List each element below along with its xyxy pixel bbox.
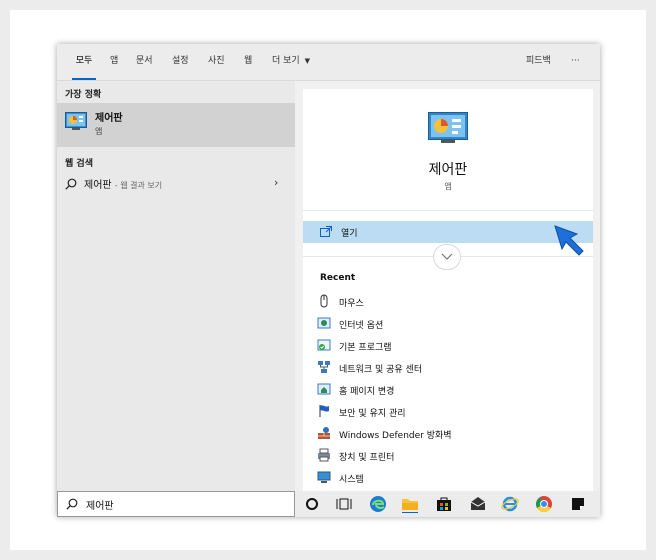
web-search-item[interactable]: 제어판 - 웹 결과 보기 › bbox=[57, 173, 295, 195]
tab-web[interactable]: 웹 bbox=[244, 44, 252, 80]
recent-item[interactable]: 기본 프로그램 bbox=[317, 337, 587, 357]
recent-item-label: 보안 및 유지 관리 bbox=[339, 409, 406, 419]
edge-icon[interactable] bbox=[369, 495, 387, 513]
firewall-icon bbox=[318, 427, 330, 439]
default-programs-icon bbox=[317, 339, 331, 351]
search-icon bbox=[65, 178, 77, 190]
network-center-icon bbox=[318, 361, 330, 373]
control-panel-large-icon bbox=[428, 112, 468, 143]
search-input[interactable]: 제어판 bbox=[57, 491, 295, 517]
open-action[interactable]: 열기 bbox=[303, 221, 593, 243]
chevron-right-icon: › bbox=[274, 176, 279, 189]
open-label: 열기 bbox=[341, 229, 358, 239]
recent-heading: Recent bbox=[320, 273, 356, 283]
tab-apps[interactable]: 앱 bbox=[110, 44, 118, 80]
system-icon bbox=[317, 471, 331, 483]
best-match-item[interactable]: 제어판 앱 bbox=[57, 103, 295, 147]
task-view-icon[interactable] bbox=[335, 495, 353, 513]
tab-settings[interactable]: 설정 bbox=[172, 44, 189, 80]
homepage-icon bbox=[317, 383, 331, 395]
tab-photos[interactable]: 사진 bbox=[208, 44, 225, 80]
chevron-down-icon bbox=[441, 253, 453, 260]
mail-icon[interactable] bbox=[469, 495, 487, 513]
expand-button[interactable] bbox=[433, 244, 461, 270]
recent-item-label: 시스템 bbox=[339, 475, 364, 485]
search-icon bbox=[66, 498, 78, 510]
recent-item[interactable]: 장치 및 프린터 bbox=[317, 447, 587, 467]
recent-item[interactable]: 보안 및 유지 관리 bbox=[317, 403, 587, 423]
cortana-icon[interactable] bbox=[303, 495, 321, 513]
tab-more-label: 더 보기 bbox=[272, 56, 300, 66]
taskbar bbox=[295, 491, 600, 517]
app-type: 앱 bbox=[444, 182, 452, 191]
mouse-icon bbox=[320, 294, 328, 308]
tab-all[interactable]: 모두 bbox=[72, 44, 96, 80]
web-search-label: 제어판 - 웹 결과 보기 bbox=[84, 176, 162, 191]
printer-icon bbox=[318, 448, 330, 462]
recent-item[interactable]: 인터넷 옵션 bbox=[317, 315, 587, 335]
search-panel: 모두 앱 문서 설정 사진 웹 더 보기 ▼ 피드백 ··· 가장 정확 제어판… bbox=[57, 44, 600, 517]
recent-item[interactable]: 홈 페이지 변경 bbox=[317, 381, 587, 401]
open-icon bbox=[320, 226, 332, 237]
recent-item-label: 인터넷 옵션 bbox=[339, 321, 384, 331]
internet-explorer-icon[interactable] bbox=[501, 495, 519, 513]
recent-item-label: Windows Defender 방화벽 bbox=[339, 431, 452, 441]
search-query: 제어판 bbox=[86, 501, 114, 512]
recent-item-label: 네트워크 및 공유 센터 bbox=[339, 365, 423, 375]
store-icon[interactable] bbox=[435, 495, 453, 513]
recent-item-label: 기본 프로그램 bbox=[339, 343, 392, 353]
chrome-icon[interactable] bbox=[535, 495, 553, 513]
results-list: 가장 정확 제어판 앱 웹 검색 제어판 - 웹 결과 보기 › bbox=[57, 81, 295, 491]
internet-options-icon bbox=[317, 317, 331, 329]
recent-item-label: 마우스 bbox=[339, 299, 364, 309]
web-search-query: 제어판 bbox=[84, 180, 112, 191]
best-match-heading: 가장 정확 bbox=[65, 90, 102, 100]
recent-item-label: 장치 및 프린터 bbox=[339, 453, 395, 463]
file-explorer-icon[interactable] bbox=[401, 495, 419, 513]
flag-icon bbox=[319, 405, 329, 417]
tab-documents[interactable]: 문서 bbox=[136, 44, 153, 80]
detail-pane: 제어판 앱 열기 Recent 마우스 인터넷 옵션 기본 프로그램 네트워크 … bbox=[303, 89, 593, 491]
recent-item-label: 홈 페이지 변경 bbox=[339, 387, 395, 397]
recent-item[interactable]: 네트워크 및 공유 센터 bbox=[317, 359, 587, 379]
divider bbox=[303, 210, 593, 211]
more-options-button[interactable]: ··· bbox=[571, 44, 580, 80]
tab-more[interactable]: 더 보기 ▼ bbox=[272, 44, 310, 80]
sticky-notes-icon[interactable] bbox=[569, 495, 587, 513]
pointer-arrow-icon bbox=[554, 225, 584, 256]
caret-down-icon: ▼ bbox=[304, 57, 310, 65]
recent-item[interactable]: 시스템 bbox=[317, 469, 587, 489]
recent-item[interactable]: 마우스 bbox=[317, 293, 587, 313]
recent-item[interactable]: Windows Defender 방화벽 bbox=[317, 425, 587, 445]
control-panel-icon bbox=[65, 112, 87, 130]
best-match-title: 제어판 bbox=[95, 113, 123, 124]
app-name: 제어판 bbox=[428, 162, 468, 178]
best-match-type: 앱 bbox=[95, 127, 103, 136]
web-search-suffix: - 웹 결과 보기 bbox=[114, 181, 163, 190]
web-search-heading: 웹 검색 bbox=[65, 159, 93, 169]
feedback-link[interactable]: 피드백 bbox=[526, 44, 551, 80]
filter-tabs: 모두 앱 문서 설정 사진 웹 더 보기 ▼ 피드백 ··· bbox=[57, 44, 600, 81]
